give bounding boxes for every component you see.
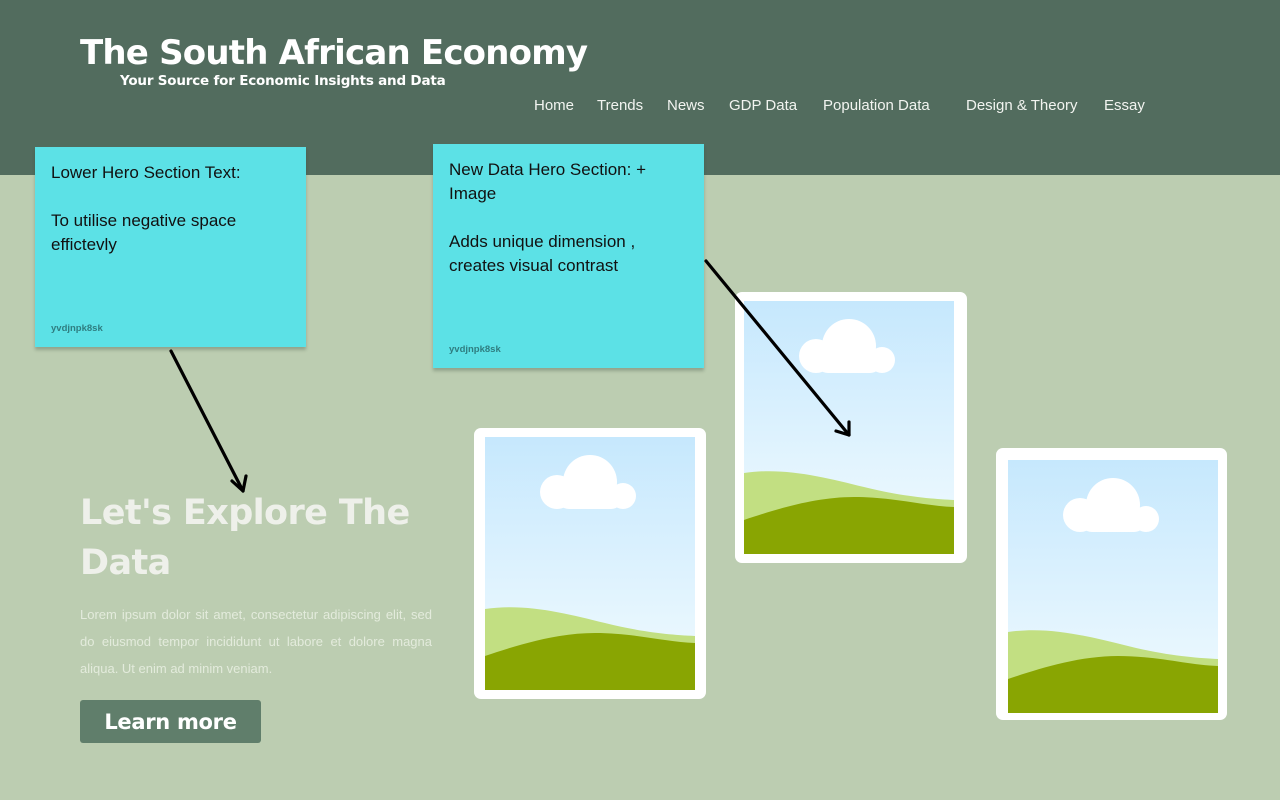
- annotation-arrows: [169, 259, 851, 493]
- arrow-icon: [704, 259, 851, 437]
- arrow-icon: [169, 349, 248, 493]
